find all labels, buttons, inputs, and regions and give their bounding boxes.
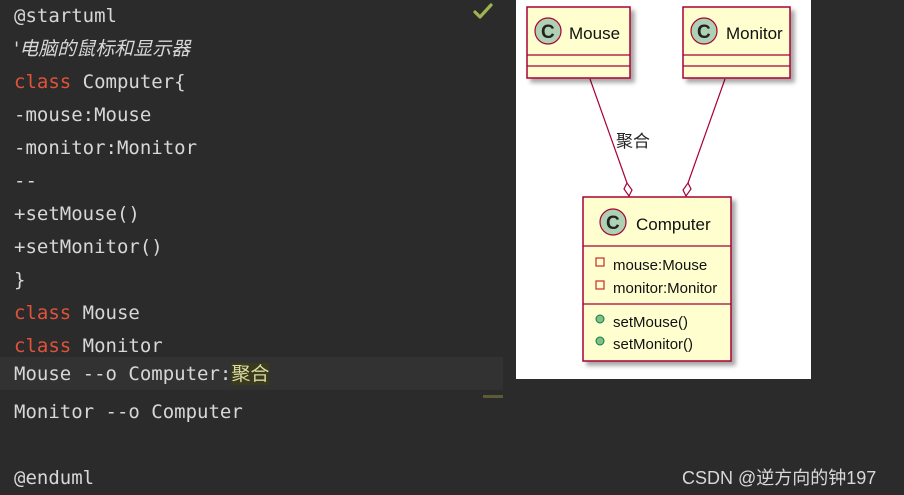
code-line[interactable]: Monitor --o Computer — [0, 396, 503, 429]
class-declaration: class Mouse — [14, 302, 140, 324]
code-editor[interactable]: @startuml '电脑的鼠标和显示器 class Computer{ -mo… — [0, 0, 503, 495]
relation-label-highlight: 聚合 — [231, 363, 270, 385]
code-line[interactable]: -mouse:Mouse — [0, 99, 503, 132]
code-line[interactable]: @enduml — [0, 462, 503, 495]
class-keyword: class — [14, 71, 72, 93]
code-line[interactable]: -- — [0, 165, 503, 198]
relation-text: Mouse --o Computer: — [14, 363, 232, 385]
class-declaration-rest: Monitor — [71, 335, 163, 357]
current-line[interactable]: Mouse --o Computer:聚合 — [0, 357, 503, 390]
class-member: monitor:Monitor — [613, 280, 717, 297]
class-c-letter: C — [697, 22, 711, 43]
public-method-icon — [595, 314, 605, 324]
code-line[interactable]: -monitor:Monitor — [0, 132, 503, 165]
code-line[interactable]: } — [0, 264, 503, 297]
enduml-directive: @enduml — [14, 467, 95, 489]
public-method-icon — [595, 336, 605, 346]
class-c-letter: C — [541, 22, 555, 43]
csdn-watermark: CSDN @逆方向的钟197 — [682, 468, 877, 488]
separator-line: -- — [14, 170, 37, 192]
code-line[interactable]: +setMonitor() — [0, 231, 503, 264]
class-member: setMouse() — [613, 314, 688, 331]
startuml-directive: @startuml — [14, 5, 117, 27]
class-member: mouse:Mouse — [613, 257, 707, 274]
class-declaration-rest: Computer{ — [71, 71, 186, 93]
class-name-mouse: Mouse — [569, 24, 620, 43]
class-c-letter: C — [606, 213, 620, 234]
class-box-computer: C Computer mouse:Mouse monitor:Monitor s… — [582, 196, 732, 362]
aggregation-edge-monitor — [682, 78, 726, 198]
class-keyword: class — [14, 335, 72, 357]
class-box-monitor: C Monitor — [682, 6, 791, 79]
class-declaration: class Monitor — [14, 335, 163, 357]
code-line[interactable]: +setMouse() — [0, 198, 503, 231]
class-member: setMonitor() — [613, 336, 693, 353]
field-declaration: -monitor:Monitor — [14, 137, 198, 159]
code-line[interactable] — [0, 429, 503, 462]
method-declaration: +setMouse() — [14, 203, 140, 225]
closing-brace: } — [14, 269, 26, 291]
class-keyword: class — [14, 302, 72, 324]
relation-declaration: Mouse --o Computer:聚合 — [14, 363, 270, 385]
class-box-mouse: C Mouse — [526, 6, 631, 79]
method-declaration: +setMonitor() — [14, 236, 163, 258]
class-declaration-rest: Mouse — [71, 302, 140, 324]
code-comment: '电脑的鼠标和显示器 — [14, 38, 191, 60]
class-name-computer: Computer — [636, 215, 711, 234]
uml-preview: 聚合 C Mouse C Monitor C Computer mouse:Mo… — [516, 0, 811, 379]
class-declaration: class Computer{ — [14, 71, 186, 93]
scroll-marker — [483, 395, 503, 398]
class-name-monitor: Monitor — [726, 24, 783, 43]
code-line[interactable]: '电脑的鼠标和显示器 — [0, 33, 503, 66]
check-icon — [473, 3, 493, 19]
relation-label: 聚合 — [616, 132, 650, 152]
code-line[interactable]: @startuml — [0, 0, 503, 33]
code-line[interactable]: class Computer{ — [0, 66, 503, 99]
field-declaration: -mouse:Mouse — [14, 104, 152, 126]
code-line[interactable]: class Mouse — [0, 297, 503, 330]
relation-declaration: Monitor --o Computer — [14, 401, 243, 423]
